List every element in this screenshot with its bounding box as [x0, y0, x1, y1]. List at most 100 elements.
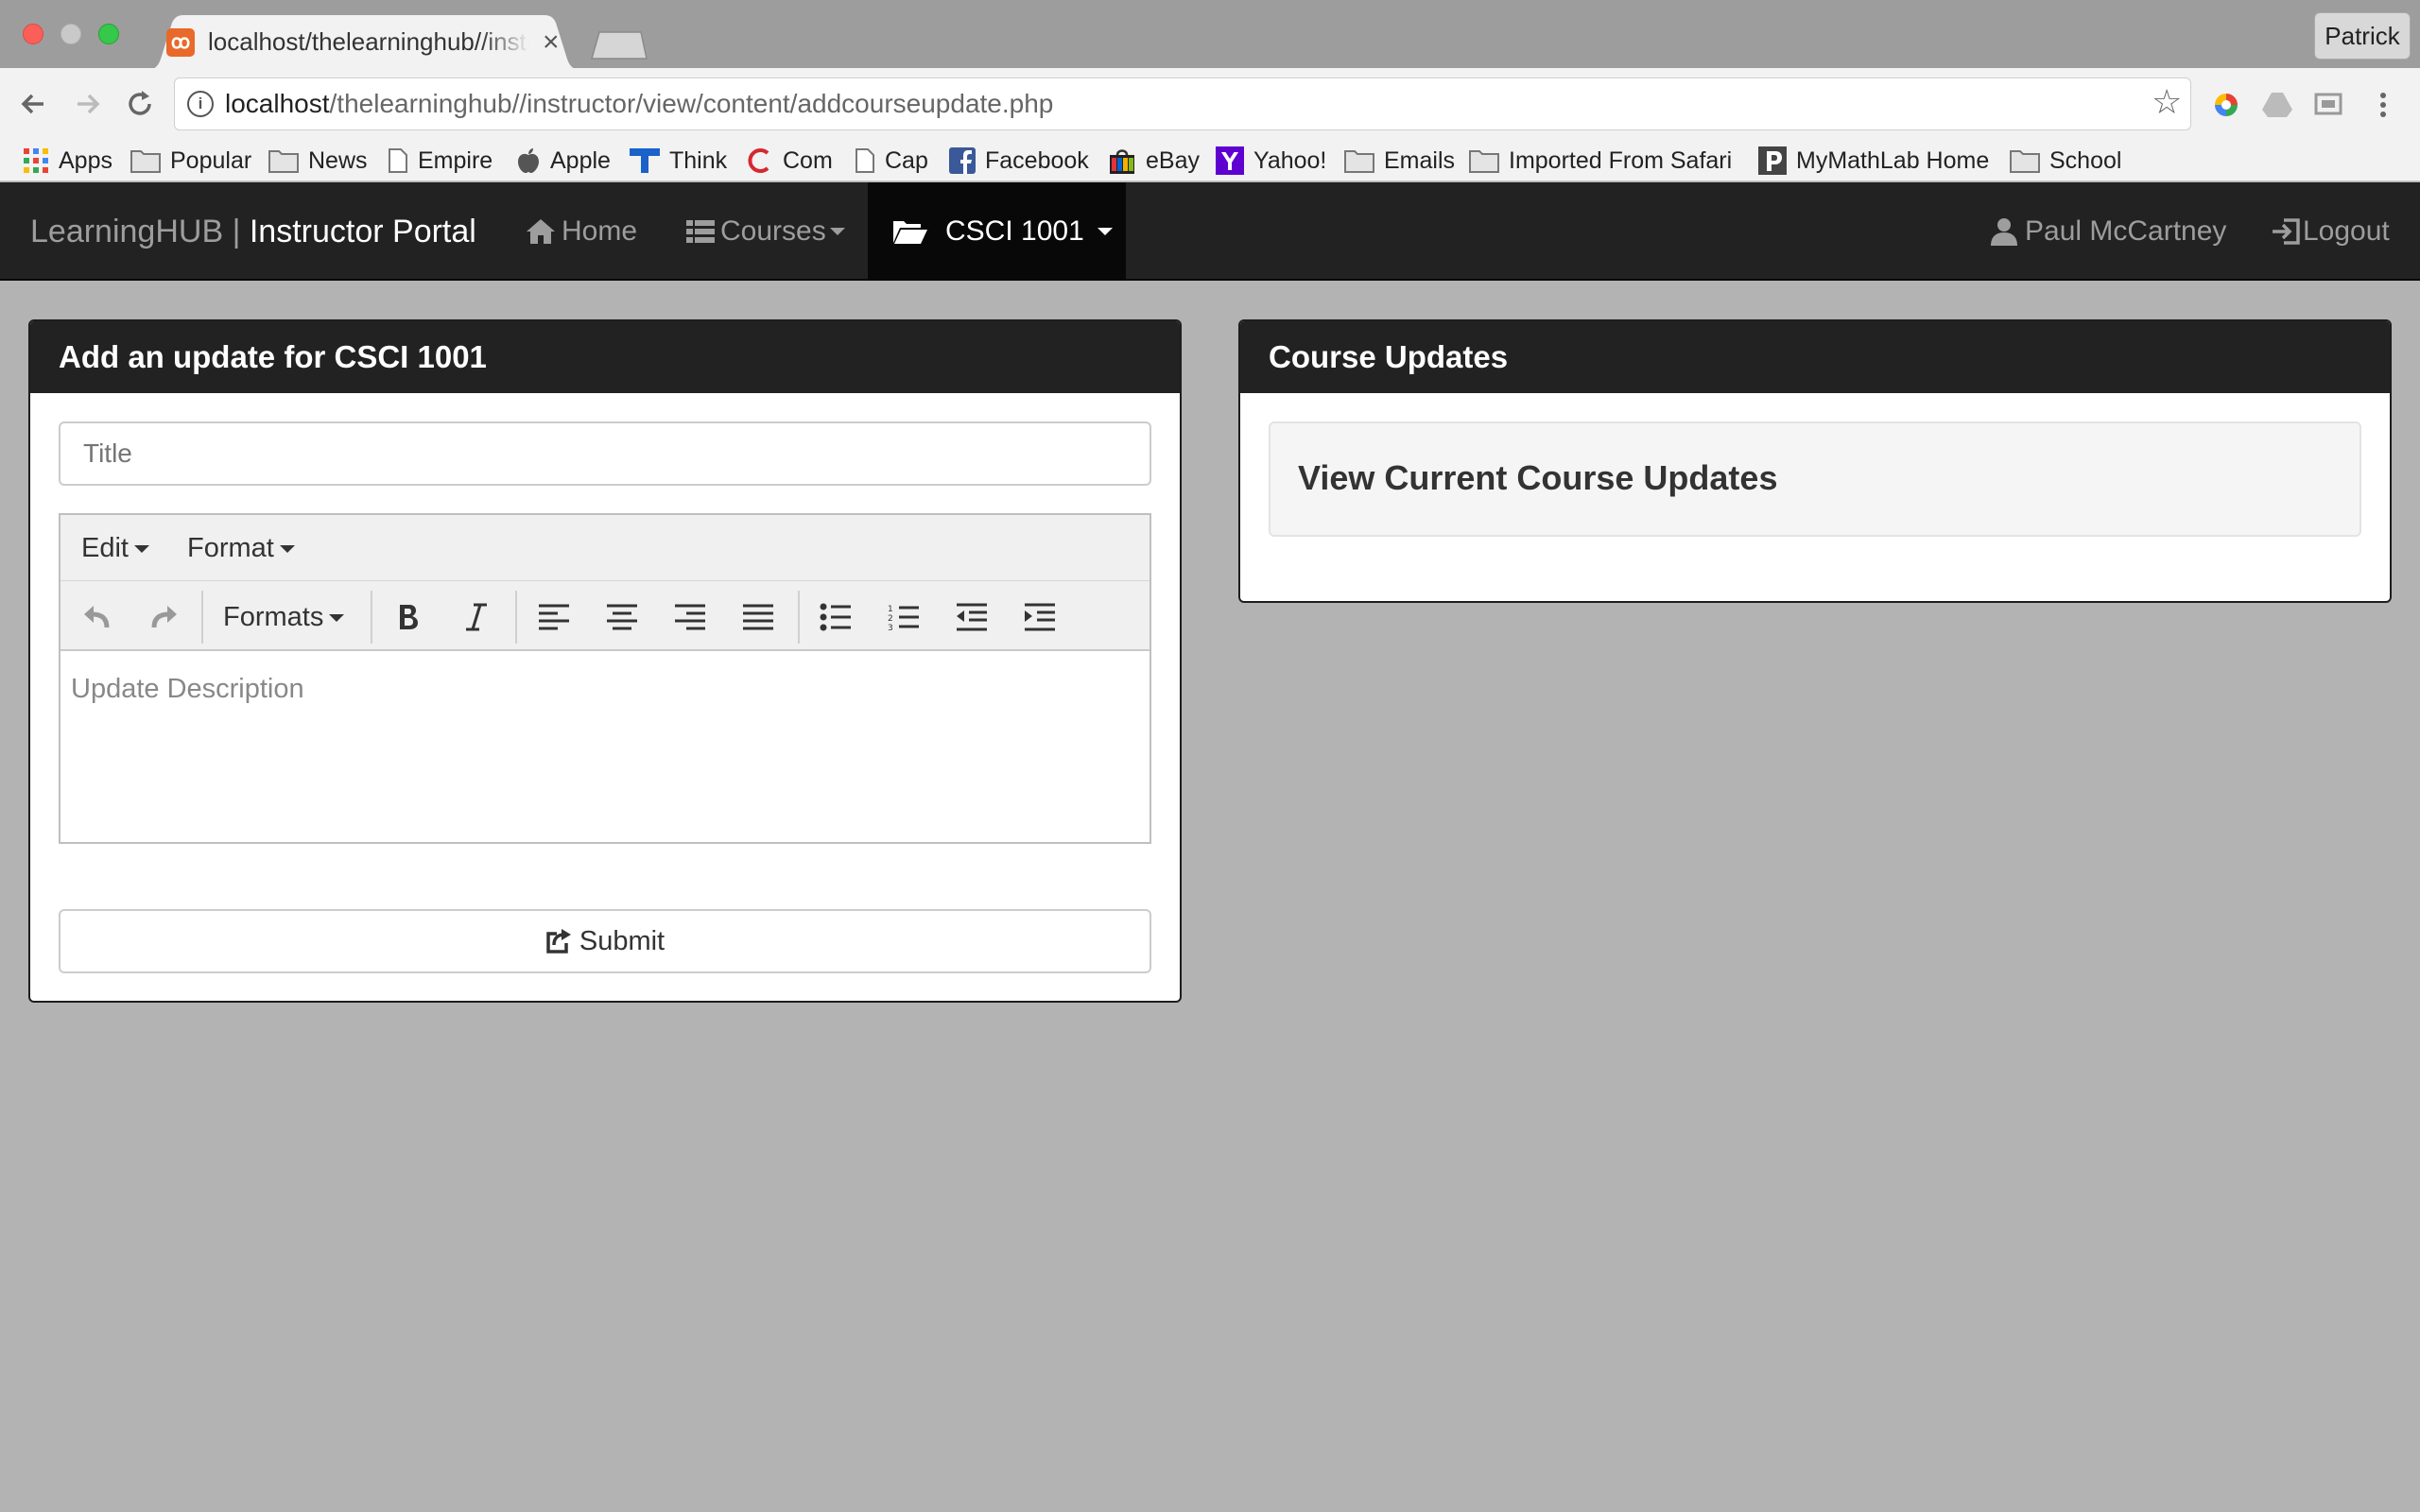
- caret-down-icon: [279, 545, 295, 554]
- indent-icon[interactable]: [1015, 593, 1064, 642]
- brand-link[interactable]: LearningHUB | Instructor Portal: [30, 210, 476, 253]
- bold-icon[interactable]: [384, 593, 433, 642]
- italic-icon[interactable]: [452, 593, 501, 642]
- new-tab-button[interactable]: [586, 30, 652, 60]
- info-icon[interactable]: i: [187, 91, 214, 117]
- caret-down-icon: [133, 545, 149, 554]
- bookmark-label: Apps: [59, 146, 112, 174]
- page-icon: [856, 148, 874, 173]
- menu-dots-icon[interactable]: [2367, 89, 2399, 121]
- brand-portal: Instructor Portal: [249, 214, 476, 249]
- bookmark-mymathlab-home[interactable]: MyMathLab Home: [1758, 142, 1989, 180]
- bookmark-think[interactable]: Think: [630, 142, 727, 180]
- bookmark-label: Yahoo!: [1253, 146, 1327, 174]
- bookmark-label: Facebook: [985, 146, 1089, 174]
- nav-course-dropdown[interactable]: CSCI 1001: [892, 210, 1113, 253]
- bookmark-news[interactable]: News: [268, 142, 368, 180]
- profile-button[interactable]: Patrick: [2314, 12, 2411, 60]
- bookmark-empire[interactable]: Empire: [388, 142, 493, 180]
- align-justify-icon[interactable]: [734, 593, 783, 642]
- align-right-icon[interactable]: [666, 593, 715, 642]
- bookmark-label: Com: [783, 146, 833, 174]
- caret-down-icon: [829, 228, 845, 235]
- nav-logout[interactable]: Logout: [2271, 210, 2390, 253]
- undo-icon[interactable]: [72, 593, 121, 642]
- bookmark-label: Apple: [550, 146, 611, 174]
- close-window-button[interactable]: [23, 24, 43, 44]
- toolbar-separator: [201, 591, 203, 644]
- course-updates-heading: Course Updates: [1240, 321, 2390, 393]
- description-editor-area[interactable]: Update Description: [71, 671, 304, 707]
- bookmark-popular[interactable]: Popular: [130, 142, 251, 180]
- bookmark-yahoo[interactable]: Yahoo!: [1216, 142, 1326, 180]
- url-text[interactable]: localhost/thelearninghub//instructor/vie…: [225, 87, 1053, 121]
- menu-format[interactable]: Format: [187, 530, 295, 566]
- folder-open-icon: [893, 221, 927, 244]
- caret-down-icon: [1097, 228, 1113, 235]
- url-path: /thelearninghub//instructor/view/content…: [329, 89, 1054, 118]
- formats-dropdown[interactable]: Formats: [223, 597, 345, 637]
- forward-icon[interactable]: [68, 85, 106, 123]
- pearson-icon: [1758, 146, 1787, 175]
- bookmark-emails[interactable]: Emails: [1344, 142, 1455, 180]
- align-left-icon[interactable]: [529, 593, 579, 642]
- bookmark-label: Imported From Safari: [1509, 146, 1733, 174]
- minimize-window-button[interactable]: [60, 24, 81, 44]
- user-icon: [1991, 218, 2017, 246]
- bookmark-apps[interactable]: Apps: [23, 142, 112, 180]
- close-tab-icon[interactable]: ×: [543, 26, 560, 59]
- url-host: localhost: [225, 89, 330, 118]
- cast-icon[interactable]: [2312, 89, 2344, 121]
- share-icon: [546, 929, 571, 954]
- bookmark-label: School: [2049, 146, 2122, 174]
- page-icon: [389, 148, 407, 173]
- outdent-icon[interactable]: [947, 593, 996, 642]
- tab-title: localhost/thelearninghub//instructor/vie…: [208, 27, 529, 56]
- caret-down-icon: [329, 614, 345, 623]
- bookmark-label: Think: [669, 146, 728, 174]
- home-icon: [527, 219, 555, 244]
- formats-label: Formats: [223, 602, 324, 632]
- bookmark-apple[interactable]: Apple: [516, 142, 611, 180]
- redo-icon[interactable]: [140, 593, 189, 642]
- bookmark-label: Emails: [1384, 146, 1456, 174]
- bullet-list-icon[interactable]: [811, 593, 860, 642]
- view-current-updates-link[interactable]: View Current Course Updates: [1298, 457, 1777, 499]
- bookmark-facebook[interactable]: Facebook: [949, 142, 1089, 180]
- bookmark-cap[interactable]: Cap: [855, 142, 928, 180]
- svg-text:1: 1: [888, 605, 893, 614]
- reload-icon[interactable]: [121, 85, 159, 123]
- title-input[interactable]: [59, 421, 1151, 486]
- nav-home[interactable]: Home: [526, 210, 637, 253]
- folder-icon: [1344, 150, 1374, 173]
- extension-pinwheel-icon[interactable]: [2210, 89, 2242, 121]
- apple-icon: [518, 148, 539, 173]
- bookmark-label: eBay: [1146, 146, 1200, 174]
- bookmark-label: News: [308, 146, 368, 174]
- nav-logout-label: Logout: [2303, 215, 2390, 247]
- toolbar-separator: [515, 591, 517, 644]
- xampp-icon: ꝏ: [166, 28, 195, 57]
- drive-icon[interactable]: [2261, 89, 2293, 121]
- nav-user[interactable]: Paul McCartney: [1991, 210, 2226, 253]
- bookmark-imported-from-safari[interactable]: Imported From Safari: [1469, 142, 1732, 180]
- nav-courses-dropdown[interactable]: Courses: [686, 210, 845, 253]
- bookmark-star-icon[interactable]: ☆: [2152, 83, 2182, 121]
- back-icon[interactable]: [15, 85, 53, 123]
- bookmark-ebay[interactable]: eBay: [1108, 142, 1200, 180]
- bookmark-school[interactable]: School: [2010, 142, 2121, 180]
- svg-text:2: 2: [888, 614, 893, 624]
- bookmark-com[interactable]: Com: [747, 142, 833, 180]
- maximize-window-button[interactable]: [98, 24, 119, 44]
- menu-edit[interactable]: Edit: [81, 530, 149, 566]
- add-update-heading: Add an update for CSCI 1001: [30, 321, 1180, 393]
- bookmark-label: MyMathLab Home: [1796, 146, 1990, 174]
- nav-course-label: CSCI 1001: [945, 215, 1084, 247]
- yahoo-icon: [1216, 146, 1244, 175]
- c-icon: [748, 148, 769, 173]
- ebay-icon: [1110, 149, 1134, 174]
- numbered-list-icon[interactable]: 123: [879, 593, 928, 642]
- folder-icon: [1469, 150, 1499, 173]
- align-center-icon[interactable]: [597, 593, 647, 642]
- submit-button[interactable]: Submit: [59, 909, 1151, 973]
